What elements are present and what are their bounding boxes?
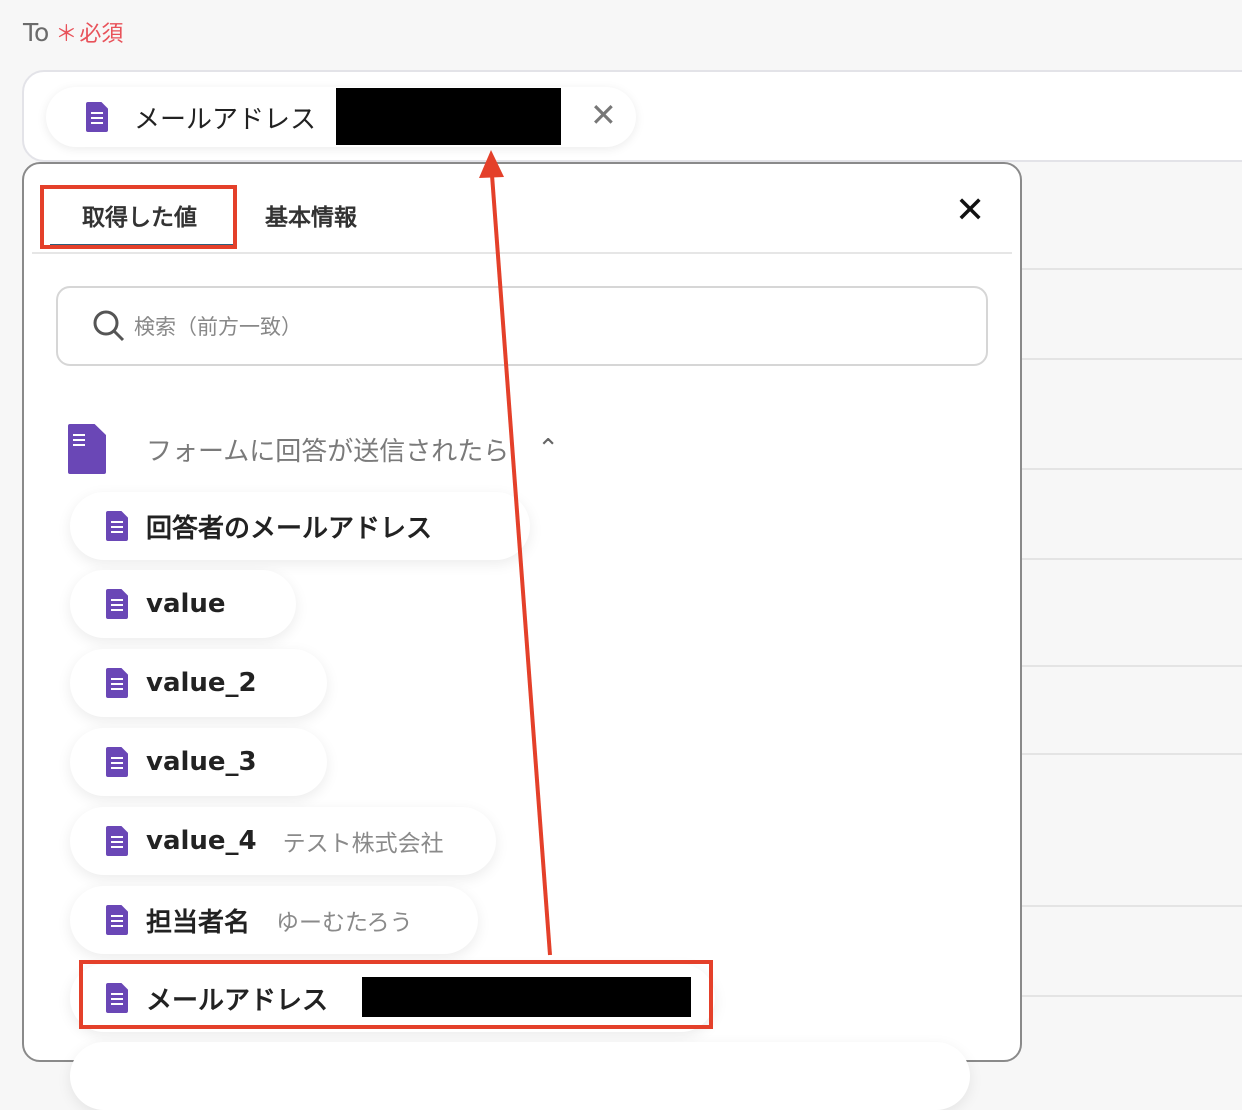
list-item[interactable] — [70, 1042, 970, 1110]
annotation-arrow — [479, 150, 552, 956]
